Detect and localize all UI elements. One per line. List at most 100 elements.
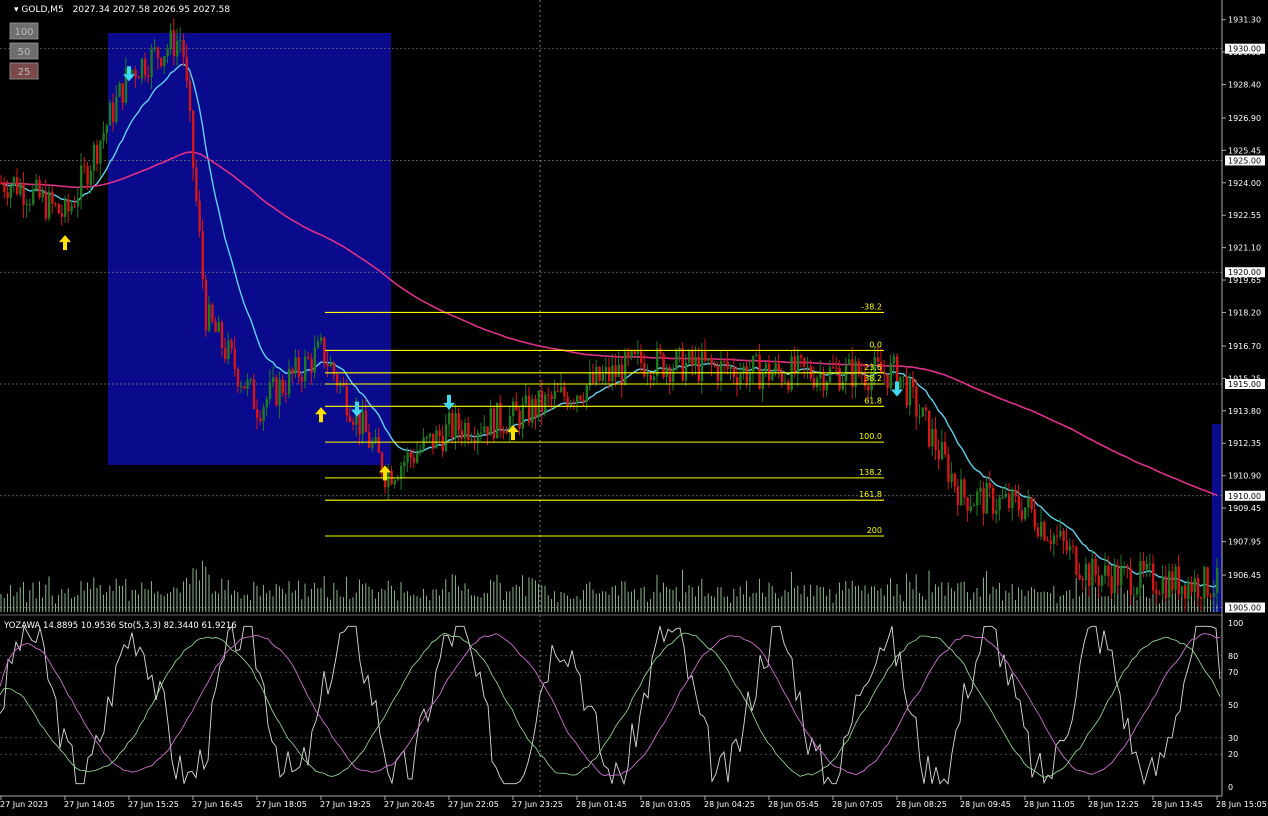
candle-body [1164, 576, 1168, 598]
price-tick-label: 1906.45 [1228, 571, 1261, 580]
time-tick-label: 27 Jun 23:25 [512, 800, 563, 809]
candle-body [892, 356, 896, 364]
candle-body [307, 356, 310, 359]
zoom-button-100[interactable]: 100 [9, 22, 39, 40]
candle-body [518, 410, 521, 429]
candle-body [1158, 593, 1161, 595]
candle-body [502, 429, 505, 434]
candle-body [156, 47, 160, 59]
price-tick-label: 1931.30 [1228, 16, 1261, 25]
candle-body [435, 430, 438, 449]
time-tick-label: 28 Jun 15:05 [1216, 800, 1267, 809]
candle-body [1049, 540, 1052, 544]
candle-body [592, 372, 595, 383]
candle-body [99, 140, 102, 164]
candle-body [889, 363, 892, 389]
candle-body [160, 58, 163, 66]
ohlc-header: ▾ GOLD,M5 2027.34 2027.58 2026.95 2027.5… [14, 5, 230, 15]
trading-chart[interactable]: -38.20.023.638.261.8100.0138.2161.8200 1… [0, 0, 1268, 816]
candle-body [240, 386, 243, 388]
candle-body [1078, 574, 1081, 579]
chevron-down-icon[interactable]: ▾ [14, 5, 21, 15]
candle-body [752, 355, 755, 373]
candle-body [521, 404, 524, 429]
candle-body [454, 413, 457, 439]
candle-body [92, 144, 96, 171]
candle-body [784, 381, 787, 383]
candle-body [300, 376, 304, 382]
candle-body [211, 304, 214, 322]
candle-body [1209, 595, 1212, 598]
candle-body [1161, 576, 1164, 594]
candle-body [1129, 568, 1132, 595]
price-tick-label: 1919.65 [1228, 276, 1261, 285]
candle-body [19, 184, 22, 195]
price-level-label: 1925.00 [1228, 156, 1261, 165]
time-tick-label: 28 Jun 09:45 [960, 800, 1011, 809]
candle-body [988, 482, 992, 488]
fib-level-label: 38.2 [864, 374, 882, 383]
candle-body [854, 361, 857, 388]
candle-body [284, 392, 288, 395]
candle-body [540, 390, 544, 413]
candle-body [537, 390, 540, 418]
candle-body [476, 432, 480, 443]
candle-body [51, 191, 54, 204]
candle-body [230, 340, 233, 349]
osc-tick-label: 50 [1228, 701, 1238, 710]
candle-body [956, 486, 960, 506]
candle-body [649, 375, 652, 381]
candle-body [480, 432, 483, 434]
candle-body [528, 395, 531, 423]
candle-body [684, 362, 688, 381]
candle-body [729, 367, 732, 369]
candle-body [704, 351, 707, 361]
candle-body [236, 369, 240, 387]
candle-body [1068, 545, 1072, 551]
candle-body [838, 368, 841, 390]
candle-body [297, 357, 300, 377]
candle-body [352, 421, 355, 425]
candle-body [134, 70, 137, 78]
candle-body [1145, 563, 1148, 570]
candle-body [1027, 497, 1030, 508]
candle-body [1100, 575, 1104, 586]
candle-body [185, 56, 188, 81]
candle-body [582, 400, 585, 402]
candle-body [1097, 575, 1100, 586]
price-tick-label: 1928.40 [1228, 80, 1261, 89]
candle-body [992, 487, 995, 514]
candle-body [848, 359, 851, 365]
candle-body [483, 426, 486, 433]
candle-body [121, 83, 124, 103]
candle-body [985, 482, 988, 514]
candle-body [1152, 563, 1155, 591]
candle-body [64, 199, 67, 217]
candle-body [1004, 493, 1008, 498]
indicator-header: YOZAWA 14.8895 10.9536 Sto(5,3,3) 82.344… [3, 621, 237, 631]
time-tick-label: 28 Jun 03:05 [640, 800, 691, 809]
candle-body [444, 424, 448, 452]
fib-level-label: 100.0 [859, 432, 882, 441]
candle-body [1148, 563, 1152, 565]
candle-body [1043, 521, 1046, 541]
candle-body [265, 399, 268, 408]
candle-body [627, 351, 630, 358]
candle-body [348, 415, 352, 422]
osc-tick-label: 0 [1228, 783, 1233, 792]
zoom-button-25[interactable]: 25 [9, 62, 39, 80]
candle-body [761, 373, 764, 390]
time-tick-label: 27 Jun 14:05 [64, 800, 115, 809]
zoom-button-50[interactable]: 50 [9, 42, 39, 60]
candle-body [960, 479, 963, 506]
candle-body [224, 348, 227, 360]
candle-body [1180, 586, 1184, 595]
candle-body [556, 390, 560, 392]
candle-body [3, 183, 6, 192]
candle-body [153, 47, 156, 49]
candle-body [828, 367, 832, 382]
candle-body [35, 179, 38, 189]
fib-level-label: 200 [867, 526, 882, 535]
candle-body [713, 364, 716, 366]
candle-body [1177, 566, 1180, 595]
